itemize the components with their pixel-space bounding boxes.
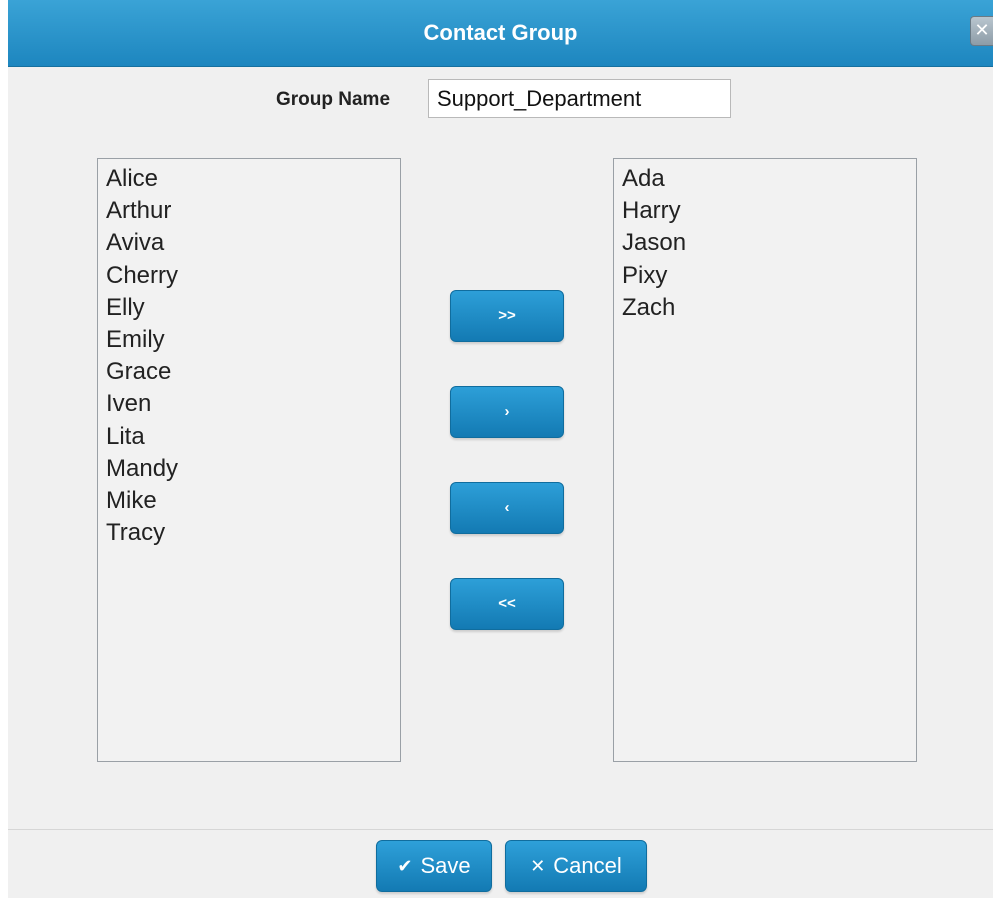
list-item[interactable]: Harry [622, 195, 908, 227]
group-name-label: Group Name [276, 89, 391, 110]
dialog-title: Contact Group [423, 20, 578, 45]
list-item[interactable]: Aviva [106, 227, 392, 259]
add-selected-button[interactable]: › [450, 386, 564, 438]
close-icon: ✕ [530, 855, 546, 877]
dialog-titlebar: Contact Group ✕ [8, 0, 993, 67]
checkmark-icon: ✔ [397, 855, 413, 877]
remove-all-button[interactable]: << [450, 578, 564, 630]
list-item[interactable]: Elly [106, 292, 392, 324]
list-item[interactable]: Iven [106, 388, 392, 420]
list-item[interactable]: Mike [106, 485, 392, 517]
close-icon: ✕ [974, 20, 990, 41]
list-item[interactable]: Lita [106, 421, 392, 453]
list-item[interactable]: Jason [622, 227, 908, 259]
save-button-label: Save [420, 853, 471, 878]
list-item[interactable]: Alice [106, 163, 392, 195]
list-item[interactable]: Pixy [622, 260, 908, 292]
list-item[interactable]: Arthur [106, 195, 392, 227]
cancel-button-label: Cancel [553, 853, 622, 878]
available-contacts-list[interactable]: Alice Arthur Aviva Cherry Elly Emily Gra… [97, 158, 401, 762]
list-item[interactable]: Zach [622, 292, 908, 324]
contact-group-dialog: Contact Group ✕ Group Name Alice Arthur … [8, 0, 993, 898]
list-item[interactable]: Grace [106, 356, 392, 388]
cancel-button[interactable]: ✕ Cancel [505, 840, 647, 892]
list-item[interactable]: Mandy [106, 453, 392, 485]
remove-selected-button[interactable]: ‹ [450, 482, 564, 534]
list-item[interactable]: Emily [106, 324, 392, 356]
group-name-input[interactable] [428, 79, 731, 118]
selected-contacts-list[interactable]: Ada Harry Jason Pixy Zach [613, 158, 917, 762]
list-item[interactable]: Cherry [106, 260, 392, 292]
save-button[interactable]: ✔ Save [376, 840, 492, 892]
footer-divider [8, 829, 993, 830]
add-all-button[interactable]: >> [450, 290, 564, 342]
list-item[interactable]: Tracy [106, 517, 392, 549]
close-button[interactable]: ✕ [970, 16, 993, 46]
list-item[interactable]: Ada [622, 163, 908, 195]
